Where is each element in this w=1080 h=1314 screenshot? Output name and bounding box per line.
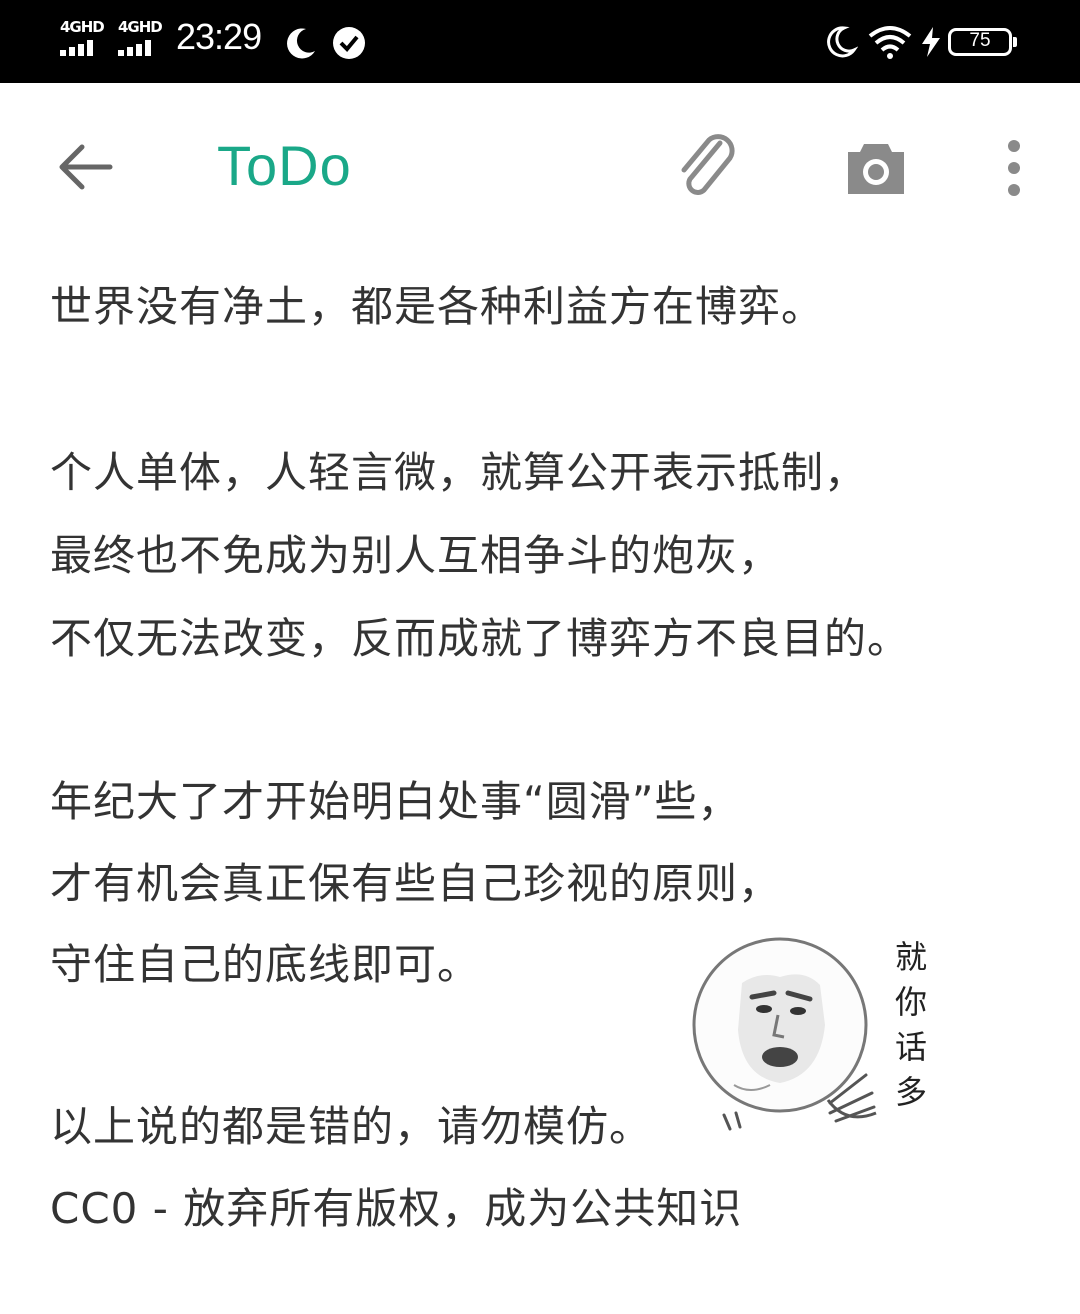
meme-face-image (692, 937, 877, 1131)
network-type-label: 4GHD (118, 18, 163, 36)
note-line: 世界没有净土，都是各种利益方在博弈。 (50, 282, 825, 331)
moon-icon (287, 28, 315, 59)
meme-caption-char: 多 (894, 1073, 927, 1111)
charging-icon (922, 27, 940, 57)
more-vert-icon[interactable] (996, 138, 1032, 198)
note-line: 个人单体，人轻言微，就算公开表示抵制， (50, 448, 868, 497)
meme-caption-char: 你 (894, 983, 927, 1021)
note-line: 年纪大了才开始明白处事“圆滑”些， (50, 777, 741, 826)
network-type-label: 4GHD (60, 18, 105, 36)
note-line: 守住自己的底线即可。 (50, 940, 481, 989)
note-line: 最终也不免成为别人互相争斗的炮灰， (50, 531, 782, 580)
status-bar: 4GHD 4GHD 23:29 75 (0, 0, 1080, 83)
back-arrow-icon[interactable] (58, 143, 114, 191)
meme-sticker: 就 你 话 多 (680, 935, 980, 1155)
note-line: 才有机会真正保有些自己珍视的原则， (50, 859, 782, 908)
wifi-icon (868, 26, 912, 59)
meme-caption: 就 你 话 多 (888, 935, 934, 1115)
camera-icon[interactable] (844, 138, 908, 196)
meme-caption-char: 就 (894, 938, 927, 976)
check-circle-icon (333, 27, 365, 59)
paperclip-icon[interactable] (676, 133, 740, 201)
battery-level: 75 (969, 30, 991, 51)
moon-icon (827, 26, 858, 58)
note-line: 不仅无法改变，反而成就了博弈方不良目的。 (50, 614, 911, 663)
note-line: 以上说的都是错的，请勿模仿。 (50, 1102, 653, 1151)
note-line: CC0 - 放弃所有版权，成为公共知识 (50, 1184, 743, 1233)
signal-icon: 4GHD (118, 18, 166, 60)
clock: 23:29 (176, 16, 262, 57)
battery-icon: 75 (948, 28, 1017, 56)
app-bar: ToDo (0, 83, 1080, 253)
meme-caption-char: 话 (894, 1028, 927, 1066)
page-title: ToDo (217, 134, 352, 197)
signal-icon: 4GHD (60, 18, 108, 60)
